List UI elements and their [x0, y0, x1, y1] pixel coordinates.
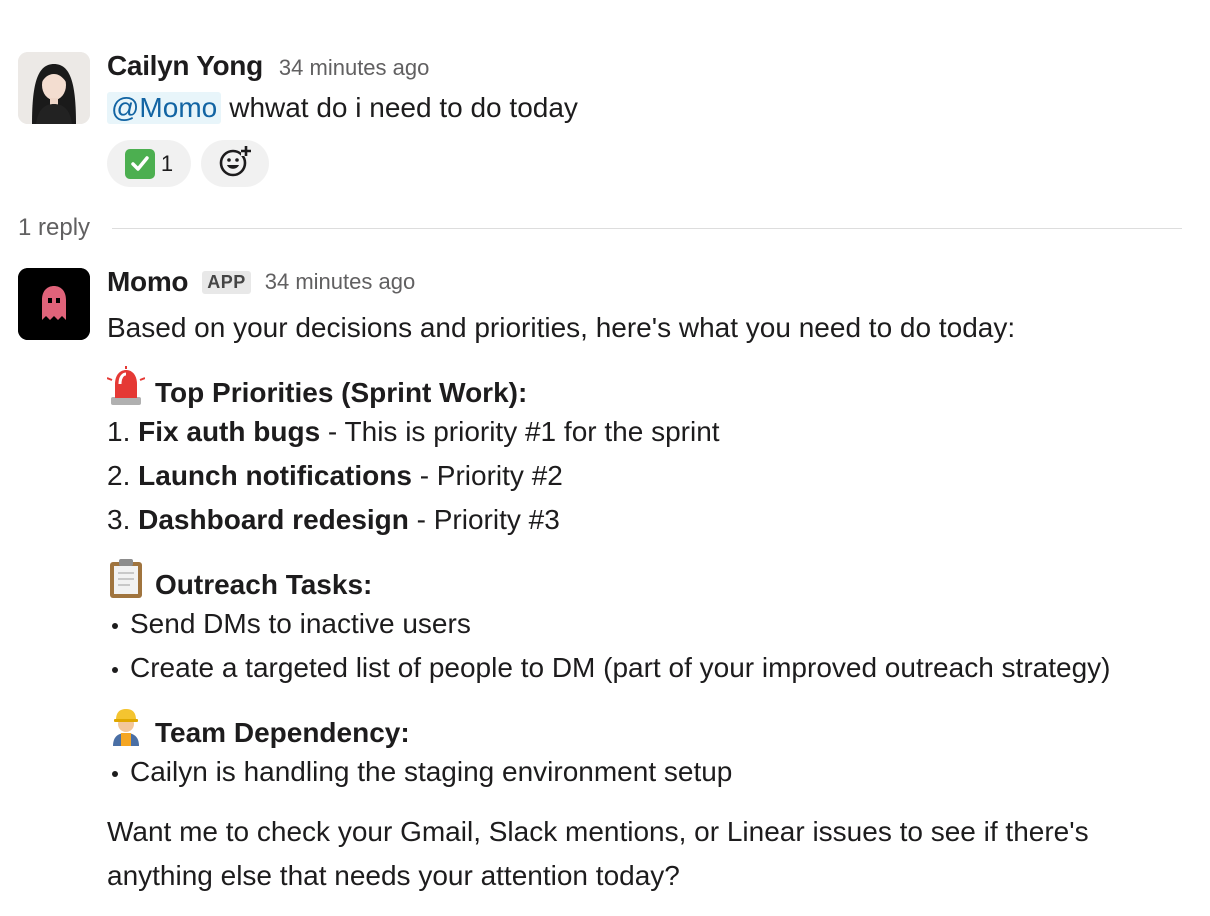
white-check-mark-icon — [124, 148, 155, 179]
reply-count[interactable]: 1 reply — [18, 214, 90, 242]
task-text: Send DMs to inactive users — [130, 608, 471, 639]
bullet — [112, 770, 118, 777]
task-description: - Priority #3 — [416, 504, 560, 535]
message-header: Cailyn Yong 34 minutes ago — [107, 50, 429, 82]
reactions-bar: 1 — [107, 140, 269, 187]
mention-link[interactable]: @Momo — [107, 92, 222, 124]
task-title: Fix auth bugs — [138, 416, 321, 447]
section-title: Outreach Tasks: — [155, 568, 373, 600]
task-title: Launch notifications — [138, 460, 412, 491]
message-header: Momo APP 34 minutes ago — [107, 266, 415, 298]
task-title: Dashboard redesign — [138, 504, 409, 535]
add-reaction-button[interactable] — [201, 140, 269, 187]
reaction-count: 1 — [160, 150, 174, 176]
message-text: @Momo whwat do i need to do today — [107, 92, 578, 124]
list-item: Send DMs to inactive users — [107, 602, 1197, 646]
list-item: Cailyn is handling the staging environme… — [107, 750, 1197, 794]
section-title: Top Priorities (Sprint Work): — [155, 376, 528, 408]
list-item: Create a targeted list of people to DM (… — [107, 646, 1197, 690]
author-name[interactable]: Cailyn Yong — [107, 50, 263, 82]
task-text: Create a targeted list of people to DM (… — [130, 652, 1111, 683]
app-badge: APP — [202, 270, 251, 294]
section-title: Team Dependency: — [155, 716, 410, 748]
add-reaction-icon — [218, 144, 252, 184]
task-description: - This is priority #1 for the sprint — [327, 416, 720, 447]
closing-text: Want me to check your Gmail, Slack menti… — [107, 816, 1089, 891]
task-text: Cailyn is handling the staging environme… — [130, 756, 733, 787]
list-number: 3. — [107, 504, 131, 535]
bullet — [112, 666, 118, 673]
bullet — [112, 622, 118, 629]
avatar-cailyn[interactable] — [18, 52, 90, 124]
avatar-momo[interactable] — [18, 268, 90, 340]
divider-line — [112, 227, 1182, 229]
author-name[interactable]: Momo — [107, 266, 189, 298]
list-number: 2. — [107, 460, 131, 491]
task-description: - Priority #2 — [419, 460, 563, 491]
list-item: 3. Dashboard redesign - Priority #3 — [107, 498, 1197, 542]
thread-divider: 1 reply — [18, 214, 1182, 242]
message-body: whwat do i need to do today — [229, 92, 578, 123]
message-intro: Based on your decisions and priorities, … — [107, 312, 1016, 343]
reaction-check[interactable]: 1 — [107, 140, 191, 187]
list-item: 1. Fix auth bugs - This is priority #1 f… — [107, 410, 1197, 454]
list-number: 1. — [107, 416, 131, 447]
timestamp[interactable]: 34 minutes ago — [279, 55, 429, 81]
list-item: 2. Launch notifications - Priority #2 — [107, 454, 1197, 498]
timestamp[interactable]: 34 minutes ago — [265, 269, 415, 295]
